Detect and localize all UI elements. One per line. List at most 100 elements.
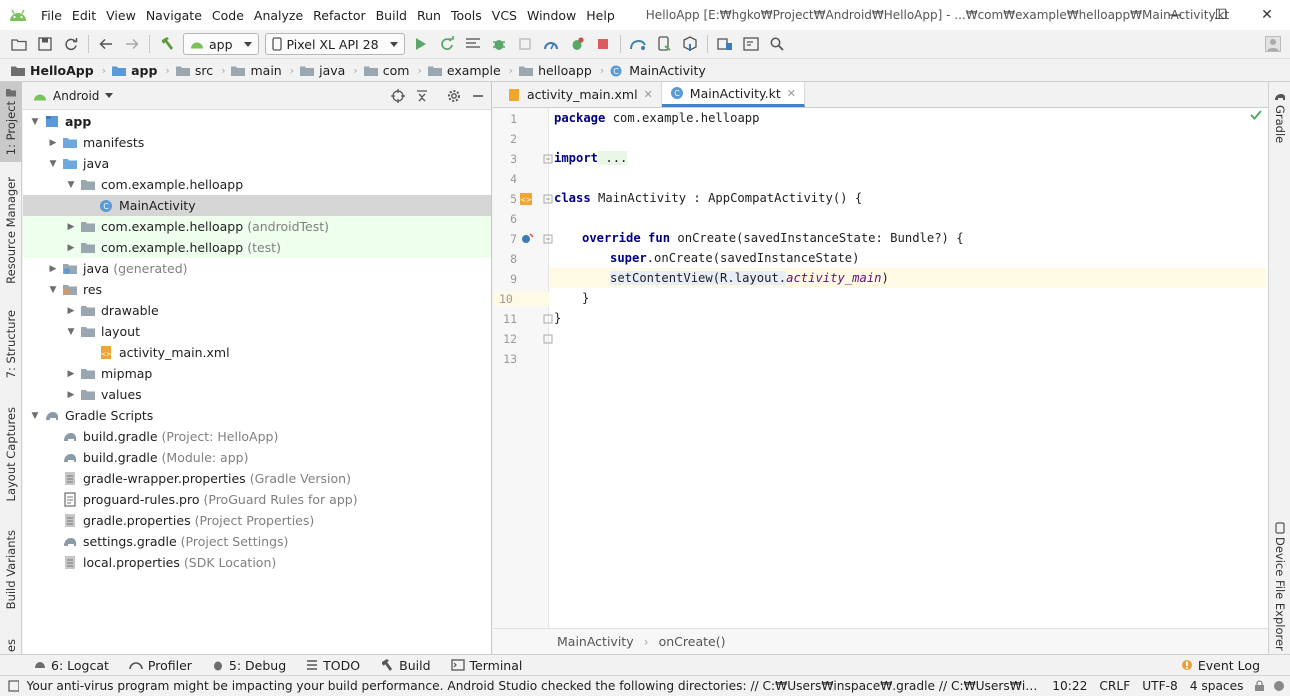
tree-item[interactable]: ▶ com.example.helloapp (test) <box>23 237 491 258</box>
code-area[interactable]: package com.example.helloapp import ... … <box>550 108 1266 628</box>
debug-tab[interactable]: 5: Debug <box>212 658 286 673</box>
tree-item[interactable]: ▼ Gradle Scripts <box>23 405 491 426</box>
tree-item[interactable]: gradle.properties (Project Properties) <box>23 510 491 531</box>
profile-icon[interactable] <box>540 33 562 55</box>
forward-arrow-icon[interactable] <box>121 33 143 55</box>
user-avatar-icon[interactable] <box>1262 33 1284 55</box>
gradle-sync-icon[interactable] <box>627 33 649 55</box>
menu-item-view[interactable]: View <box>101 8 141 23</box>
layout-inspector-icon[interactable] <box>740 33 762 55</box>
override-gutter-icon[interactable] <box>521 232 535 246</box>
debug-bug-icon[interactable] <box>488 33 510 55</box>
breadcrumb-item[interactable]: helloapp › <box>518 63 609 78</box>
save-icon[interactable] <box>34 33 56 55</box>
back-arrow-icon[interactable] <box>95 33 117 55</box>
breadcrumb-item[interactable]: java › <box>299 63 363 78</box>
code-line-6[interactable]: class MainActivity : AppCompatActivity()… <box>554 188 862 208</box>
menu-item-refactor[interactable]: Refactor <box>308 8 370 23</box>
expand-right-icon[interactable]: ▶ <box>63 390 79 400</box>
tab-build-variants[interactable]: Build Variants <box>0 530 22 622</box>
menu-item-window[interactable]: Window <box>522 8 581 23</box>
maximize-button[interactable]: ☐ <box>1198 0 1244 30</box>
tab-device-file-explorer[interactable]: Device File Explorer <box>1269 522 1290 651</box>
close-tab-icon[interactable]: ✕ <box>644 88 653 101</box>
tree-item[interactable]: settings.gradle (Project Settings) <box>23 531 491 552</box>
tree-item[interactable]: local.properties (SDK Location) <box>23 552 491 573</box>
tree-item[interactable]: ▶ java (generated) <box>23 258 491 279</box>
menu-item-edit[interactable]: Edit <box>67 8 101 23</box>
caret-position[interactable]: 10:22 <box>1046 679 1093 693</box>
close-tab-icon[interactable]: ✕ <box>787 87 796 100</box>
code-line-8[interactable]: override fun onCreate(savedInstanceState… <box>582 228 964 248</box>
chevron-down-icon[interactable] <box>105 93 114 98</box>
tab-resource-manager[interactable]: Resource Manager <box>0 177 22 295</box>
indent-setting[interactable]: 4 spaces <box>1184 679 1250 693</box>
menu-item-help[interactable]: Help <box>581 8 620 23</box>
device-select[interactable]: Pixel XL API 28 <box>264 33 405 55</box>
profiler-tab[interactable]: Profiler <box>129 658 192 673</box>
code-line-3[interactable]: import ... <box>554 148 628 168</box>
stop-icon[interactable] <box>592 33 614 55</box>
editor-crumb-class[interactable]: MainActivity <box>557 634 634 649</box>
tab-mainactivity-kt[interactable]: C MainActivity.kt ✕ <box>661 82 805 107</box>
minimize-button[interactable]: — <box>1152 0 1198 30</box>
breadcrumb-item[interactable]: main › <box>230 63 299 78</box>
expand-down-icon[interactable]: ▼ <box>63 327 79 337</box>
tree-item[interactable]: ▶ drawable <box>23 300 491 321</box>
tree-item[interactable]: ▼ app <box>23 111 491 132</box>
file-encoding[interactable]: UTF-8 <box>1136 679 1184 693</box>
tab-project[interactable]: 1: Project <box>0 82 22 162</box>
expand-right-icon[interactable]: ▶ <box>63 243 79 253</box>
collapse-all-icon[interactable] <box>415 89 429 103</box>
code-line-9[interactable]: super.onCreate(savedInstanceState) <box>610 248 859 268</box>
build-tab[interactable]: Build <box>380 658 431 673</box>
tab-structure[interactable]: 7: Structure <box>0 310 22 390</box>
expand-down-icon[interactable]: ▼ <box>27 117 43 127</box>
apply-changes-icon[interactable] <box>436 33 458 55</box>
code-line-12[interactable]: } <box>554 308 561 328</box>
tree-item[interactable]: ▼ layout <box>23 321 491 342</box>
terminal-tab[interactable]: Terminal <box>450 658 522 673</box>
search-icon[interactable] <box>766 33 788 55</box>
tree-item[interactable]: ▶ values <box>23 384 491 405</box>
locate-target-icon[interactable] <box>391 88 405 103</box>
expand-down-icon[interactable]: ▼ <box>27 411 43 421</box>
tree-item[interactable]: ▶ com.example.helloapp (androidTest) <box>23 216 491 237</box>
breadcrumb-item[interactable]: com › <box>363 63 427 78</box>
breadcrumb-item[interactable]: example › <box>427 63 518 78</box>
breadcrumb-item[interactable]: src › <box>175 63 231 78</box>
tree-item[interactable]: ▼ res <box>23 279 491 300</box>
tree-item[interactable]: ▶ mipmap <box>23 363 491 384</box>
status-message[interactable]: Your anti-virus program might be impacti… <box>27 679 1039 693</box>
tab-activity-main-xml[interactable]: activity_main.xml ✕ <box>499 82 662 107</box>
menu-item-run[interactable]: Run <box>412 8 446 23</box>
breadcrumb-item[interactable]: C MainActivity <box>609 63 706 78</box>
code-line-11[interactable]: } <box>582 288 589 308</box>
class-gutter-icon[interactable]: <> <box>519 192 533 206</box>
tab-layout-captures[interactable]: Layout Captures <box>0 407 22 512</box>
tree-item[interactable]: ▼ java <box>23 153 491 174</box>
todo-tab[interactable]: TODO <box>306 658 360 673</box>
sync-icon[interactable] <box>60 33 82 55</box>
expand-right-icon[interactable]: ▶ <box>63 222 79 232</box>
expand-down-icon[interactable]: ▼ <box>45 159 61 169</box>
tab-favorites[interactable]: es <box>0 639 22 654</box>
menu-item-vcs[interactable]: VCS <box>487 8 522 23</box>
tree-item[interactable]: C MainActivity <box>23 195 491 216</box>
expand-down-icon[interactable]: ▼ <box>63 180 79 190</box>
hide-panel-icon[interactable] <box>471 89 485 103</box>
expand-right-icon[interactable]: ▶ <box>63 306 79 316</box>
tree-item[interactable]: build.gradle (Module: app) <box>23 447 491 468</box>
make-hammer-icon[interactable] <box>156 33 178 55</box>
tree-item[interactable]: ▶ manifests <box>23 132 491 153</box>
editor-crumb-method[interactable]: onCreate() <box>659 634 726 649</box>
sdk-manager-icon[interactable] <box>679 33 701 55</box>
project-structure-icon[interactable] <box>714 33 736 55</box>
notification-square-icon[interactable] <box>8 680 19 692</box>
tab-gradle[interactable]: Gradle <box>1269 92 1290 143</box>
breadcrumb-item[interactable]: app › <box>111 63 175 78</box>
close-window-button[interactable]: ✕ <box>1244 0 1290 30</box>
gear-icon[interactable] <box>447 89 461 103</box>
tree-item[interactable]: <> activity_main.xml <box>23 342 491 363</box>
menu-item-navigate[interactable]: Navigate <box>141 8 207 23</box>
